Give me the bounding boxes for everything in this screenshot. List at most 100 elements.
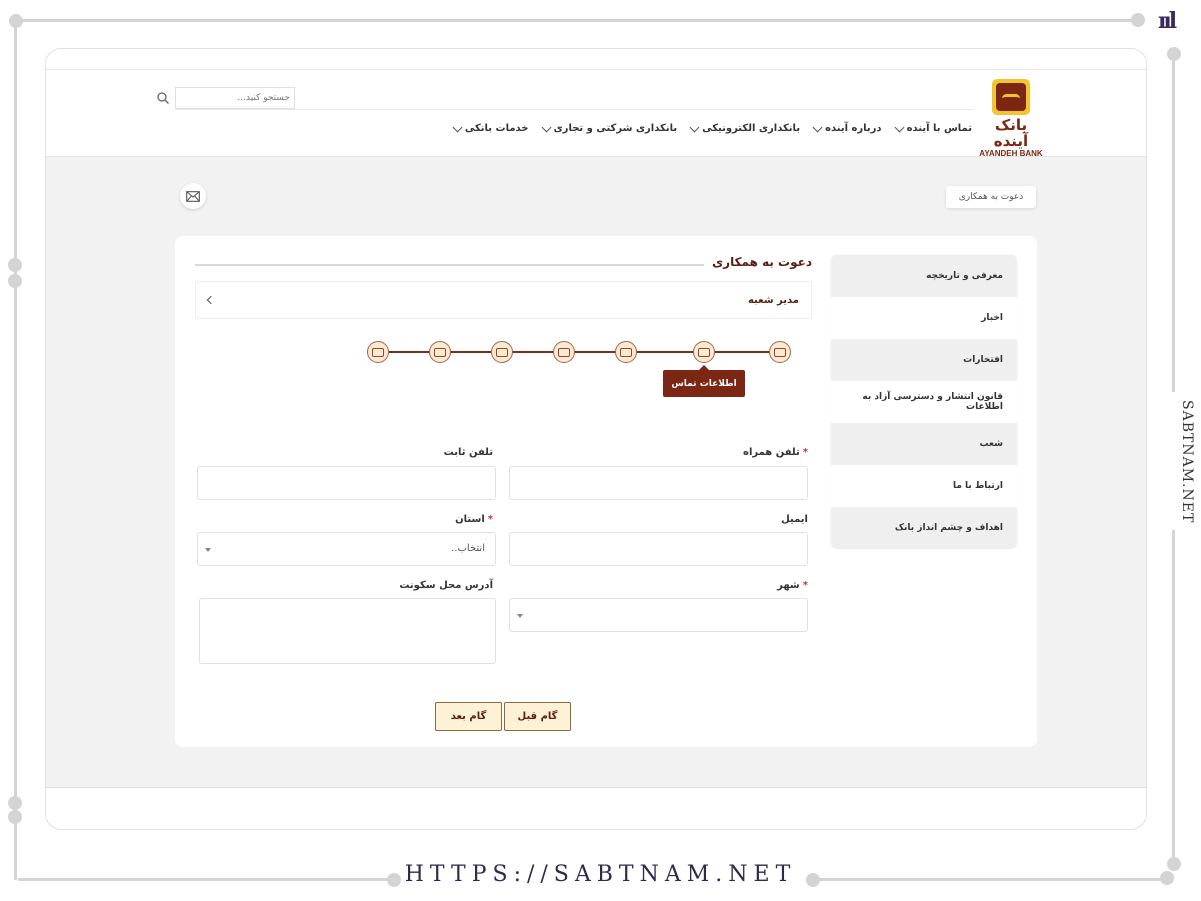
position-label: مدیر شعبه — [747, 294, 799, 306]
sidebar-menu: معرفی و تاریخچه اخبار افتخارات قانون انت… — [831, 255, 1017, 549]
mail-icon — [186, 190, 200, 202]
address-label: آدرس محل سکونت — [399, 580, 493, 591]
phone-label: تلفن ثابت — [443, 447, 493, 458]
frame-dot — [8, 274, 22, 288]
frame-top-line — [18, 19, 1138, 22]
frame-left-line — [14, 22, 17, 880]
nav-item-about[interactable]: درباره آینده — [812, 122, 882, 134]
nav-item-label: درباره آینده — [825, 123, 882, 134]
sidebar-item-label: ارتباط با ما — [952, 481, 1003, 491]
bank-logo-icon — [992, 79, 1030, 115]
city-label: *شهر — [777, 580, 808, 591]
sidebar-item-history[interactable]: معرفی و تاریخچه — [831, 255, 1017, 297]
mobile-field[interactable] — [509, 466, 808, 500]
content-card: معرفی و تاریخچه اخبار افتخارات قانون انت… — [175, 236, 1037, 747]
phone-field[interactable] — [197, 466, 496, 500]
frame-dot — [8, 796, 22, 810]
site-header: بانک آینده AYANDEH BANK خدمات بانکی بانک… — [46, 49, 1146, 158]
sidebar-item-label: معرفی و تاریخچه — [926, 271, 1003, 281]
frame-dot — [8, 258, 22, 272]
sidebar-item-label: اخبار — [981, 313, 1003, 323]
chevron-down-icon — [894, 122, 905, 132]
address-textarea[interactable] — [200, 599, 495, 663]
search-divider — [175, 109, 973, 110]
form-title: دعوت به همکاری — [704, 255, 812, 269]
bank-name-fa: بانک آینده — [993, 116, 1029, 150]
step-3-icon[interactable] — [491, 341, 513, 363]
caret-down-icon — [205, 548, 211, 552]
site-footer — [46, 787, 1146, 829]
nav-item-corporate-banking[interactable]: بانکداری شرکتی و تجاری — [541, 122, 678, 134]
mobile-input[interactable] — [510, 467, 807, 499]
frame-right-line-lower — [1172, 530, 1175, 870]
search-input[interactable] — [176, 88, 294, 108]
frame-dot — [1167, 47, 1181, 61]
step-7-icon[interactable] — [769, 341, 791, 363]
prev-step-button[interactable]: گام قبل — [504, 702, 571, 731]
address-field[interactable] — [199, 598, 496, 664]
chevron-down-icon — [689, 122, 700, 132]
sidebar-item-contact[interactable]: ارتباط با ما — [831, 465, 1017, 507]
province-select[interactable]: انتخاب.. — [197, 532, 496, 566]
bank-logo[interactable]: بانک آینده AYANDEH BANK — [976, 79, 1046, 158]
nav-item-electronic-banking[interactable]: بانکداری الکترونیکی — [689, 122, 801, 134]
sidebar-item-information-law[interactable]: قانون انتشار و دسترسی آزاد به اطلاعات — [831, 381, 1017, 423]
nav-item-label: بانکداری شرکتی و تجاری — [553, 123, 678, 134]
frame-dot — [1131, 13, 1145, 27]
frame-dot — [8, 810, 22, 824]
search-icon[interactable] — [156, 91, 170, 105]
next-step-button[interactable]: گام بعد — [435, 702, 502, 731]
nav-item-label: خدمات بانکی — [464, 123, 529, 134]
breadcrumb[interactable]: دعوت به همکاری — [946, 186, 1036, 208]
nav-item-label: بانکداری الکترونیکی — [702, 123, 801, 134]
sidebar-item-label: شعب — [979, 439, 1003, 449]
watermark-logo-icon: ııl — [1158, 8, 1177, 34]
main-nav: خدمات بانکی بانکداری شرکتی و تجاری بانکد… — [452, 122, 972, 134]
email-input[interactable] — [510, 533, 807, 565]
sidebar-item-honors[interactable]: افتخارات — [831, 339, 1017, 381]
sidebar-item-label: اهداف و چشم انداز بانک — [894, 523, 1003, 533]
breadcrumb-current: دعوت به همکاری — [958, 192, 1024, 202]
caret-down-icon — [517, 614, 523, 618]
step-2-icon[interactable] — [429, 341, 451, 363]
active-step-tooltip: اطلاعات تماس — [663, 365, 745, 397]
step-5-icon[interactable] — [615, 341, 637, 363]
sidebar-item-label: افتخارات — [963, 355, 1003, 365]
province-selected: انتخاب.. — [451, 543, 485, 554]
required-mark: * — [487, 514, 493, 525]
browser-viewport: بانک آینده AYANDEH BANK خدمات بانکی بانک… — [45, 48, 1147, 830]
email-field[interactable] — [509, 532, 808, 566]
search-box — [157, 87, 295, 109]
form-stepper — [367, 341, 791, 363]
province-label: *استان — [455, 514, 493, 525]
header-divider — [46, 69, 1146, 70]
chevron-down-icon — [541, 122, 551, 132]
title-divider — [195, 264, 724, 266]
phone-input[interactable] — [198, 467, 495, 499]
nav-item-contact[interactable]: تماس با آینده — [894, 122, 972, 134]
sidebar-item-goals[interactable]: اهداف و چشم انداز بانک — [831, 507, 1017, 549]
nav-item-banking-services[interactable]: خدمات بانکی — [452, 122, 529, 134]
watermark-url: HTTPS://SABTNAM.NET — [404, 862, 797, 887]
step-6-icon[interactable] — [693, 341, 715, 363]
required-mark: * — [802, 580, 808, 591]
nav-item-label: تماس با آینده — [906, 123, 972, 134]
mail-button[interactable] — [180, 183, 206, 209]
mobile-label: *تلفن همراه — [743, 447, 808, 458]
step-4-icon[interactable] — [553, 341, 575, 363]
chevron-down-icon — [452, 122, 463, 132]
step-1-icon[interactable] — [367, 341, 389, 363]
watermark-side-text: SABTNAM.NET — [1179, 400, 1195, 524]
position-selector[interactable]: مدیر شعبه — [195, 281, 812, 319]
sidebar-item-news[interactable]: اخبار — [831, 297, 1017, 339]
chevron-left-icon — [206, 295, 216, 305]
required-mark: * — [802, 447, 808, 458]
frame-dot — [9, 14, 23, 28]
city-select[interactable] — [509, 598, 808, 632]
bank-name-en: AYANDEH BANK — [979, 149, 1043, 158]
frame-right-line — [1172, 52, 1175, 392]
sidebar-item-label: قانون انتشار و دسترسی آزاد به اطلاعات — [862, 392, 1003, 412]
chevron-down-icon — [812, 122, 823, 132]
email-label: ایمیل — [781, 514, 808, 525]
sidebar-item-branches[interactable]: شعب — [831, 423, 1017, 465]
